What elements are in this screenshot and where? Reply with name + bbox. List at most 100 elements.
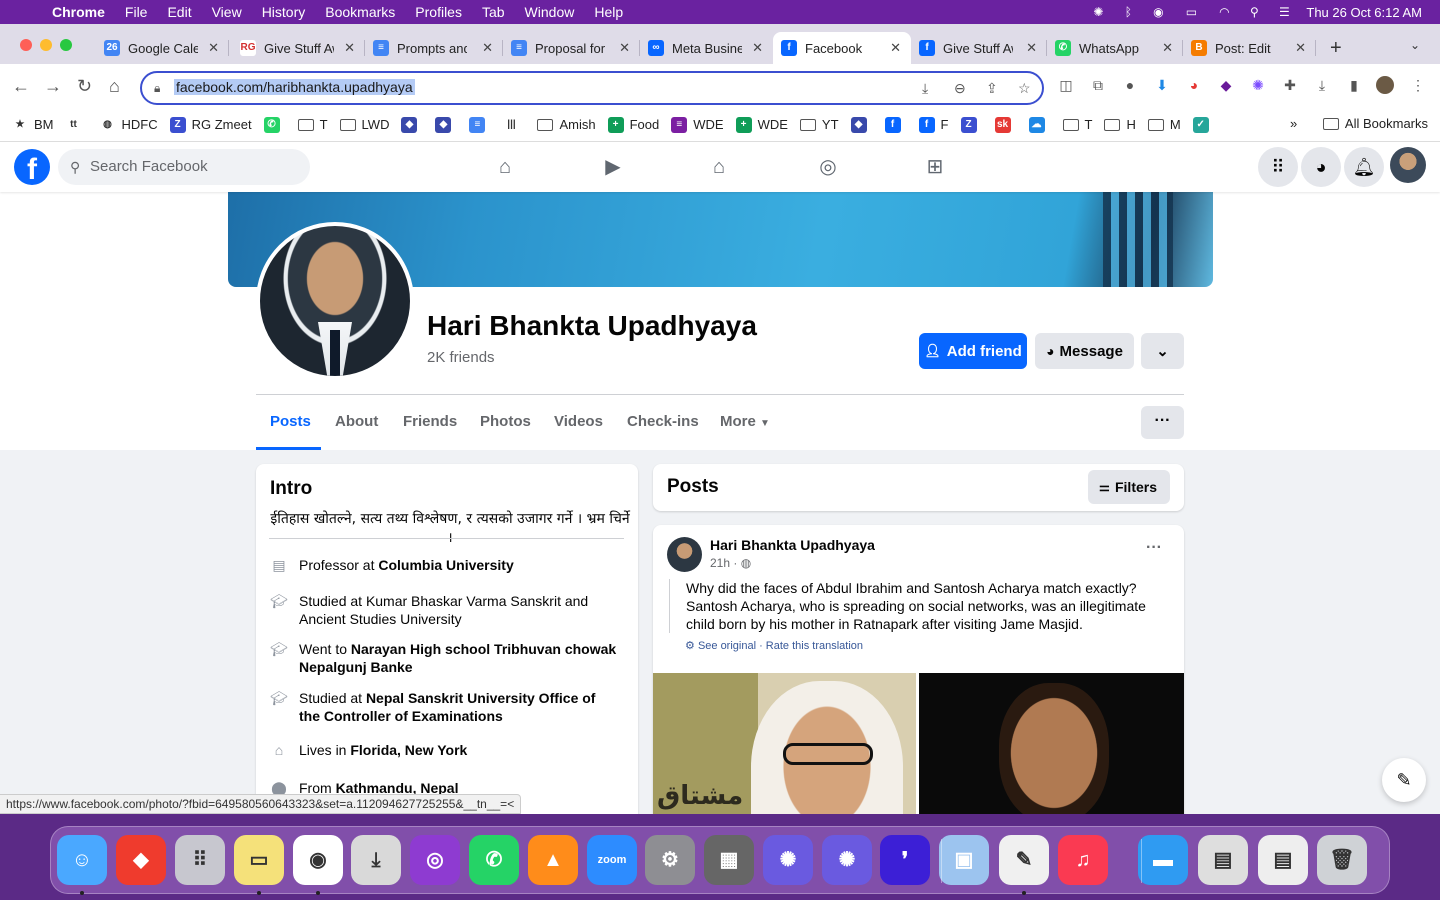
post-author-avatar[interactable] bbox=[667, 537, 702, 572]
post-timestamp[interactable]: 21h · ◍ bbox=[710, 556, 751, 570]
post-image-right[interactable] bbox=[919, 673, 1184, 814]
tab-more[interactable]: More ▼ bbox=[720, 413, 770, 430]
dock-app-music-icon[interactable]: ♫ bbox=[1058, 835, 1108, 885]
tab-1[interactable]: 26 Google Calendar ✕ bbox=[96, 32, 229, 64]
menu-app-name[interactable]: Chrome bbox=[52, 4, 105, 20]
filters-button[interactable]: ⚌ Filters bbox=[1088, 470, 1170, 504]
all-bookmarks-button[interactable]: All Bookmarks bbox=[1322, 116, 1428, 131]
bookmark-18[interactable]: f bbox=[884, 116, 907, 133]
tab-7[interactable]: f Give Stuff Away ✕ bbox=[911, 32, 1047, 64]
menubar-datetime[interactable]: Thu 26 Oct 6:12 AM bbox=[1306, 5, 1422, 20]
menu-file[interactable]: File bbox=[125, 4, 148, 20]
bookmark-25[interactable]: M bbox=[1147, 117, 1181, 132]
dock-app-document-icon[interactable]: ▤ bbox=[1258, 835, 1308, 885]
close-tab-icon[interactable]: ✕ bbox=[482, 40, 493, 56]
dock-app-downloader-icon[interactable]: ⤓ bbox=[351, 835, 401, 885]
close-tab-icon[interactable]: ✕ bbox=[1162, 40, 1173, 56]
badge-extension-icon[interactable]: ◆ bbox=[1217, 76, 1235, 94]
zoom-window-button[interactable] bbox=[60, 39, 72, 51]
bookmark-20[interactable]: Z bbox=[960, 116, 983, 133]
messenger-icon[interactable]: ◕ bbox=[1301, 147, 1341, 187]
menu-bookmarks[interactable]: Bookmarks bbox=[325, 4, 395, 20]
dock-app-finder-icon[interactable]: ☺ bbox=[57, 835, 107, 895]
kebab-menu-icon[interactable]: ⋮ bbox=[1409, 76, 1427, 94]
close-tab-icon[interactable]: ✕ bbox=[208, 40, 219, 56]
bookmark-3[interactable]: ◍ HDFC bbox=[100, 117, 157, 133]
copy-extension-icon[interactable]: ⧉ bbox=[1089, 76, 1107, 94]
dock-app-vlc-icon[interactable]: ▲ bbox=[528, 835, 578, 885]
dock-app-folder-icon[interactable]: ▬ bbox=[1138, 835, 1188, 885]
post-author-name[interactable]: Hari Bhankta Upadhyaya bbox=[710, 537, 875, 553]
bookmark-24[interactable]: H bbox=[1104, 117, 1136, 132]
close-tab-icon[interactable]: ✕ bbox=[1026, 40, 1037, 56]
intro-item-link[interactable]: Florida, New York bbox=[350, 742, 467, 758]
tab-9[interactable]: B Post: Edit ✕ bbox=[1183, 32, 1316, 64]
gaming-nav-icon[interactable]: ⊞ bbox=[922, 154, 948, 180]
camera-extension-icon[interactable]: ◫ bbox=[1057, 76, 1075, 94]
tab-3[interactable]: ≡ Prompts and ✕ bbox=[365, 32, 503, 64]
home-icon[interactable]: ⌂ bbox=[109, 76, 120, 97]
dock-app-preview-icon[interactable]: ▣ bbox=[939, 835, 989, 885]
forward-arrow-icon[interactable]: → bbox=[44, 76, 62, 97]
tab-posts[interactable]: Posts bbox=[270, 413, 311, 430]
tab-2[interactable]: RG Give Stuff Away ✕ bbox=[232, 32, 365, 64]
bookmark-10[interactable]: ≡ bbox=[469, 116, 491, 133]
dock-app-podcasts-icon[interactable]: ◎ bbox=[410, 835, 460, 885]
bookmark-1[interactable]: ★ BM bbox=[12, 117, 54, 133]
intro-item-link[interactable]: Columbia University bbox=[378, 557, 513, 573]
bookmark-23[interactable]: T bbox=[1062, 117, 1092, 132]
extensions-puzzle-icon[interactable]: ✚ bbox=[1281, 76, 1299, 94]
bookmark-26[interactable]: ✓ bbox=[1192, 116, 1215, 133]
bookmark-7[interactable]: LWD bbox=[339, 117, 389, 132]
groups-nav-icon[interactable]: ◎ bbox=[815, 154, 841, 180]
menu-tab[interactable]: Tab bbox=[482, 4, 505, 20]
post-options-ellipsis-icon[interactable]: ··· bbox=[1146, 539, 1162, 557]
bookmark-4[interactable]: Z RG Zmeet bbox=[169, 116, 252, 133]
tab-8[interactable]: ✆ WhatsApp ✕ bbox=[1047, 32, 1183, 64]
bookmark-2[interactable]: tt bbox=[66, 117, 88, 133]
bookmark-16[interactable]: YT bbox=[799, 117, 839, 132]
dock-app-launchpad-icon[interactable]: ⠿ bbox=[175, 835, 225, 885]
side-panel-icon[interactable]: ▮ bbox=[1345, 76, 1363, 94]
dock-app-files-icon[interactable]: ▤ bbox=[1198, 835, 1248, 885]
battery-icon[interactable]: ▭ bbox=[1180, 5, 1202, 19]
add-friend-button[interactable]: 👤︎ Add friend bbox=[919, 333, 1027, 369]
menu-grid-icon[interactable]: ⠿ bbox=[1258, 147, 1298, 187]
spotlight-search-icon[interactable]: ⚲ bbox=[1246, 5, 1262, 19]
bookmark-star-icon[interactable]: ☆ bbox=[1018, 80, 1031, 97]
menu-edit[interactable]: Edit bbox=[167, 4, 191, 20]
new-tab-plus-icon[interactable]: + bbox=[1330, 37, 1342, 60]
bluetooth-icon[interactable]: ᛒ bbox=[1120, 5, 1136, 19]
dock-app-anydesk-icon[interactable]: ◆ bbox=[116, 835, 166, 885]
facebook-search-input[interactable]: ⚲ Search Facebook bbox=[58, 149, 310, 185]
bookmark-6[interactable]: T bbox=[297, 117, 328, 132]
user-icon[interactable]: ◉ bbox=[1150, 5, 1166, 19]
address-bar-url[interactable]: facebook.com/haribhankta.upadhyaya bbox=[174, 79, 415, 95]
tab-search-chevron-icon[interactable]: ⌄ bbox=[1410, 38, 1420, 52]
download-extension-icon[interactable]: ⬇ bbox=[1153, 76, 1171, 94]
minimize-window-button[interactable] bbox=[40, 39, 52, 51]
menu-help[interactable]: Help bbox=[594, 4, 623, 20]
bookmark-22[interactable]: ☁ bbox=[1028, 116, 1051, 133]
close-tab-icon[interactable]: ✕ bbox=[752, 40, 763, 56]
downloads-icon[interactable]: ⤓ bbox=[1313, 76, 1331, 94]
bookmark-21[interactable]: sk bbox=[994, 116, 1017, 133]
friends-count[interactable]: 2K friends bbox=[427, 349, 495, 366]
bookmark-9[interactable]: ◆ bbox=[435, 116, 457, 133]
tab-5[interactable]: ∞ Meta Business ✕ bbox=[640, 32, 773, 64]
site-info-icon[interactable]: 🔒︎ bbox=[154, 81, 160, 96]
bookmark-14[interactable]: ≡ WDE bbox=[671, 116, 724, 133]
zoom-icon[interactable]: ⊖ bbox=[954, 80, 966, 97]
bookmark-17[interactable]: ◆ bbox=[850, 116, 873, 133]
video-nav-icon[interactable]: ▶ bbox=[600, 154, 626, 180]
dock-app-app-icon[interactable]: ✺ bbox=[763, 835, 813, 885]
dock-app-chrome-icon[interactable]: ◉ bbox=[293, 835, 343, 895]
tab-6[interactable]: f Facebook ✕ bbox=[773, 32, 911, 64]
more-bookmarks-chevron-icon[interactable]: » bbox=[1290, 116, 1297, 131]
marketplace-nav-icon[interactable]: ⌂ bbox=[706, 154, 732, 180]
bookmark-5[interactable]: ✆ bbox=[263, 116, 286, 133]
tab-check-ins[interactable]: Check-ins bbox=[627, 413, 699, 430]
menu-profiles[interactable]: Profiles bbox=[415, 4, 462, 20]
profile-avatar-icon[interactable] bbox=[1376, 76, 1394, 94]
tab-photos[interactable]: Photos bbox=[480, 413, 531, 430]
